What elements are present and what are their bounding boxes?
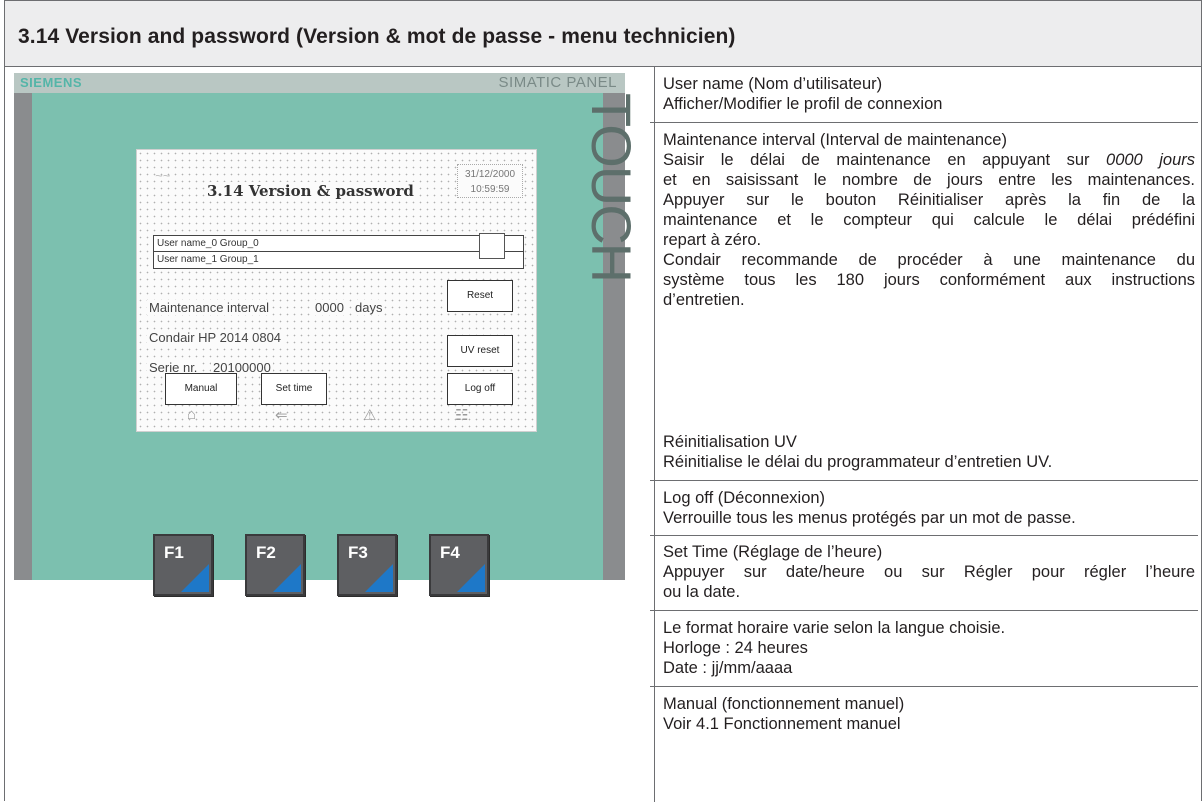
log-off-section: Log off (Déconnexion) Verrouille tous le… — [663, 488, 1195, 528]
screen-title: 3.14 Version & password — [205, 182, 416, 200]
format-line: Date : jj/mm/aaaa — [663, 659, 793, 677]
f3-key[interactable]: F3 — [337, 534, 397, 596]
row-separator — [650, 480, 1198, 481]
maintenance-heading: Maintenance interval (Interval de mainte… — [663, 131, 1007, 149]
key-corner-icon — [365, 564, 393, 592]
condair-logo-icon: ~~ — [155, 168, 171, 183]
format-line: Le format horaire varie selon la langue … — [663, 619, 1006, 637]
maintenance-value[interactable]: 0000 — [313, 300, 346, 315]
log-off-button[interactable]: Log off — [447, 373, 513, 405]
f1-key[interactable]: F1 — [153, 534, 213, 596]
manual-text: Voir 4.1 Fonctionnement manuel — [663, 715, 901, 733]
maintenance-days-emphasis: 0000 jours — [1106, 151, 1195, 169]
row-separator — [650, 686, 1198, 687]
uv-reset-text: Réinitialise le délai du programmateur d… — [663, 453, 1053, 471]
f2-label: F2 — [256, 543, 276, 562]
uv-reset-heading: Réinitialisation UV — [663, 433, 797, 451]
set-time-button[interactable]: Set time — [261, 373, 327, 405]
user-select-box[interactable] — [479, 233, 505, 259]
column-divider — [654, 67, 655, 802]
maintenance-label: Maintenance interval — [147, 300, 271, 315]
uv-reset-button[interactable]: UV reset — [447, 335, 513, 367]
model-label: Condair HP 2014 0804 — [147, 330, 284, 345]
back-arrow-icon[interactable]: ⇐ — [275, 406, 288, 424]
user-row[interactable]: User name_1 Group_1 — [154, 252, 523, 268]
set-time-section: Set Time (Réglage de l’heure) Appuyer su… — [663, 542, 1195, 602]
maintenance-line: d’entretien. — [663, 291, 745, 309]
format-line: Horloge : 24 heures — [663, 639, 808, 657]
log-off-text: Verrouille tous les menus protégés par u… — [663, 509, 1076, 527]
date-time-display[interactable]: 31/12/2000 10:59:59 — [457, 164, 523, 198]
f4-label: F4 — [440, 543, 460, 562]
maintenance-line: maintenance et le compteur qui calcule l… — [663, 211, 1195, 229]
hmi-screen: ~~ 3.14 Version & password 31/12/2000 10… — [136, 149, 537, 432]
row-separator — [650, 535, 1198, 536]
maintenance-line: et en saisissant le nombre de jours entr… — [663, 171, 1195, 189]
user-list[interactable]: User name_0 Group_0 User name_1 Group_1 — [153, 235, 524, 269]
maintenance-line: Saisir le délai de maintenance en appuya… — [663, 150, 1195, 170]
section-title: 3.14 Version and password (Version & mot… — [18, 25, 736, 48]
set-time-heading: Set Time (Réglage de l’heure) — [663, 543, 883, 561]
home-icon[interactable]: ⌂ — [187, 406, 196, 423]
siemens-logo: SIEMENS — [20, 75, 83, 90]
manual-button[interactable]: Manual — [165, 373, 237, 405]
panel-bezel: TOUCH ~~ 3.14 Version & password 31/12/2… — [32, 93, 643, 596]
panel-top-strip: SIEMENS SIMATIC PANEL — [14, 73, 625, 93]
key-corner-icon — [273, 564, 301, 592]
maintenance-section: Maintenance interval (Interval de mainte… — [663, 130, 1195, 310]
set-time-line: Appuyer sur date/heure ou sur Régler pou… — [663, 563, 1195, 581]
reset-button[interactable]: Reset — [447, 280, 513, 312]
maintenance-line: Condair recommande de procéder à une mai… — [663, 251, 1195, 269]
date-value: 31/12/2000 — [464, 169, 516, 180]
f3-label: F3 — [348, 543, 368, 562]
hmi-panel-image: SIEMENS SIMATIC PANEL TOUCH ~~ 3.14 Vers… — [14, 73, 643, 596]
maintenance-line: repart à zéro. — [663, 231, 762, 249]
maintenance-text: Saisir le délai de maintenance en appuya… — [663, 151, 1107, 169]
uv-reset-section: Réinitialisation UV Réinitialise le déla… — [663, 432, 1195, 472]
time-value: 10:59:59 — [470, 184, 510, 195]
user-name-text: Afficher/Modifier le profil de connexion — [663, 95, 943, 113]
key-corner-icon — [181, 564, 209, 592]
maintenance-line: Appuyer sur le bouton Réinitialiser aprè… — [663, 191, 1195, 209]
key-corner-icon — [457, 564, 485, 592]
simatic-panel-label: SIMATIC PANEL — [498, 74, 617, 91]
row-separator — [650, 122, 1198, 123]
format-section: Le format horaire varie selon la langue … — [663, 618, 1195, 678]
set-time-line: ou la date. — [663, 583, 741, 601]
manual-section: Manual (fonctionnement manuel) Voir 4.1 … — [663, 694, 1195, 734]
maintenance-unit: days — [353, 300, 385, 315]
maintenance-line: système tous les 180 jours conformément … — [663, 271, 1195, 289]
user-name-heading: User name (Nom d’utilisateur) — [663, 75, 883, 93]
settings-icon[interactable]: ☷ — [455, 406, 468, 424]
row-separator — [650, 610, 1198, 611]
f4-key[interactable]: F4 — [429, 534, 489, 596]
manual-heading: Manual (fonctionnement manuel) — [663, 695, 905, 713]
warning-icon[interactable]: ⚠ — [363, 406, 376, 424]
f1-label: F1 — [164, 543, 184, 562]
log-off-heading: Log off (Déconnexion) — [663, 489, 826, 507]
title-row: 3.14 Version and password (Version & mot… — [5, 1, 1201, 67]
user-name-section: User name (Nom d’utilisateur) Afficher/M… — [663, 74, 1195, 114]
user-row[interactable]: User name_0 Group_0 — [154, 236, 523, 252]
touch-label: TOUCH — [580, 93, 643, 282]
f2-key[interactable]: F2 — [245, 534, 305, 596]
